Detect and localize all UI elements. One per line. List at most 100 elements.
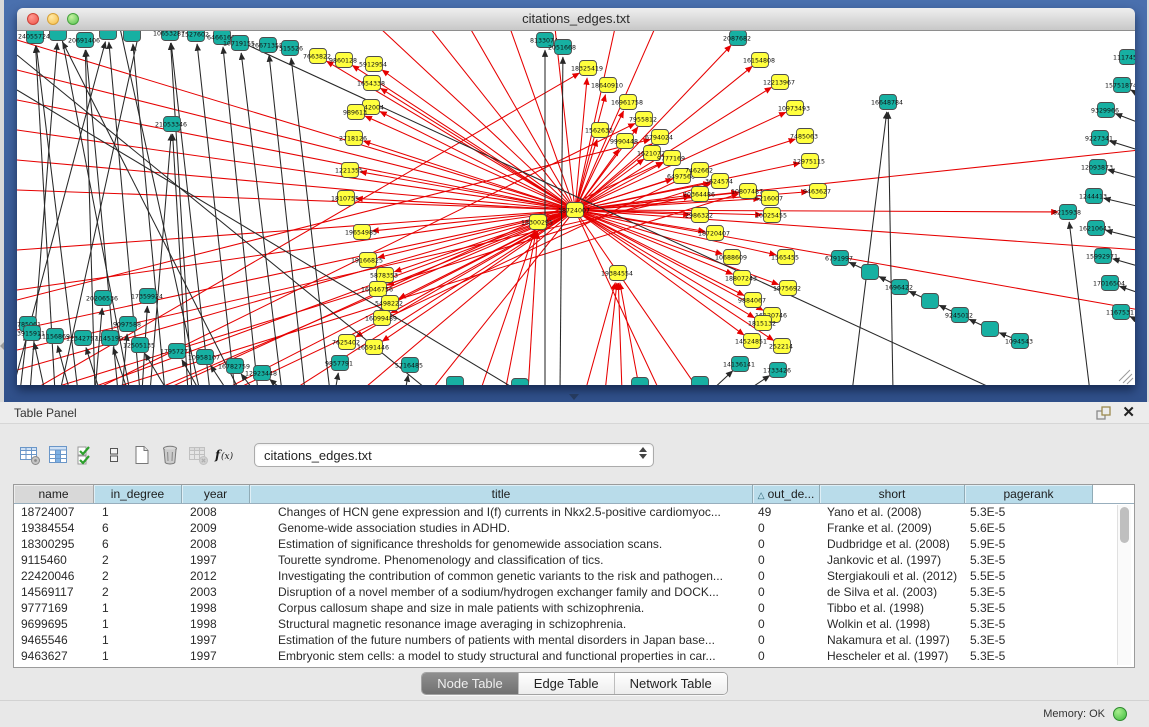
table-cell[interactable]: Tibbo et al. (1998) [820,600,965,616]
graph-edge[interactable] [710,371,733,385]
table-cell[interactable]: 1997 [182,552,250,568]
table-cell[interactable]: 5.3E-5 [965,552,1093,568]
table-cell[interactable]: 1 [94,616,182,632]
table-cell[interactable]: 5.3E-5 [965,600,1093,616]
close-window-button[interactable] [27,13,39,25]
table-cell[interactable]: Estimation of significance thresholds fo… [250,536,753,552]
graph-edge[interactable] [1104,198,1135,208]
column-header-title[interactable]: title [250,485,753,503]
column-header-name[interactable]: name [14,485,94,503]
row-height-icon[interactable] [100,442,128,468]
table-cell[interactable]: 5.9E-5 [965,536,1093,552]
table-cell[interactable]: Structural magnetic resonance image aver… [250,616,753,632]
splitter-handle[interactable] [569,394,579,400]
table-cell[interactable]: 0 [753,520,820,536]
table-cell[interactable]: 2012 [182,568,250,584]
graph-edge[interactable] [585,283,615,385]
graph-edge[interactable] [171,43,192,385]
column-header-pagerank[interactable]: pagerank [965,485,1093,503]
table-cell[interactable]: 0 [753,584,820,600]
table-cell[interactable]: 9463627 [14,648,94,664]
table-settings-icon[interactable] [16,442,44,468]
table-cell[interactable]: 1 [94,504,182,520]
table-cell[interactable]: 6 [94,520,182,536]
graph-edge[interactable] [852,112,887,385]
graph-node[interactable] [512,379,529,386]
graph-edge[interactable] [405,375,408,385]
graph-edge[interactable] [1130,316,1135,324]
table-row[interactable]: 1938455462009Genome-wide association stu… [14,520,1134,536]
table-row[interactable]: 977716911998Corpus callosum shape and si… [14,600,1134,616]
table-cell[interactable]: Genome-wide association studies in ADHD. [250,520,753,536]
table-cell[interactable]: Estimation of the future numbers of pati… [250,632,753,648]
table-cell[interactable]: Investigating the contribution of common… [250,568,753,584]
graph-edge[interactable] [620,283,640,385]
graph-edge[interactable] [197,44,235,385]
table-cell[interactable]: de Silva et al. (2003) [820,584,965,600]
graph-edge[interactable] [888,112,893,385]
float-panel-icon[interactable] [1096,406,1111,426]
show-column-icon[interactable] [44,442,72,468]
table-row[interactable]: 911546021997Tourette syndrome. Phenomeno… [14,552,1134,568]
zoom-window-button[interactable] [67,13,79,25]
table-cell[interactable]: Tourette syndrome. Phenomenology and cla… [250,552,753,568]
graph-edge[interactable] [1110,141,1135,152]
table-row[interactable]: 969969511998Structural magnetic resonanc… [14,616,1134,632]
table-cell[interactable]: 1997 [182,632,250,648]
table-cell[interactable]: Corpus callosum shape and size in male p… [250,600,753,616]
table-row[interactable]: 946362711997Embryonic stem cells: a mode… [14,648,1134,664]
table-cell[interactable]: 1998 [182,616,250,632]
table-cell[interactable]: 0 [753,616,820,632]
window-titlebar[interactable]: citations_edges.txt [17,8,1135,31]
table-cell[interactable]: 0 [753,632,820,648]
delete-table-icon[interactable] [184,442,212,468]
column-header-in-degree[interactable]: in_degree [94,485,182,503]
graph-edge[interactable] [618,283,622,385]
table-cell[interactable]: 2 [94,552,182,568]
table-cell[interactable]: 9699695 [14,616,94,632]
table-cell[interactable]: 14569117 [14,584,94,600]
network-canvas[interactable]: 2405572420691406106532871527602646616010… [17,31,1135,385]
graph-edge[interactable] [365,116,575,210]
table-cell[interactable]: 2008 [182,504,250,520]
table-cell[interactable]: 22420046 [14,568,94,584]
table-cell[interactable]: 49 [753,504,820,520]
graph-edge[interactable] [17,210,575,290]
table-cell[interactable]: 1 [94,632,182,648]
table-cell[interactable]: 5.3E-5 [965,616,1093,632]
table-row[interactable]: 1456911722003Disruption of a novel membe… [14,584,1134,600]
table-cell[interactable]: 1 [94,648,182,664]
table-cell[interactable]: 5.5E-5 [965,568,1093,584]
table-cell[interactable]: 9465546 [14,632,94,648]
graph-edge[interactable] [241,53,282,385]
collapse-panel-icon[interactable] [0,342,4,350]
table-row[interactable]: 946554611997Estimation of the future num… [14,632,1134,648]
graph-edge[interactable] [380,88,575,210]
table-cell[interactable]: Changes of HCN gene expression and I(f) … [250,504,753,520]
new-table-icon[interactable] [128,442,156,468]
table-cell[interactable]: 9777169 [14,600,94,616]
table-cell[interactable]: 5.3E-5 [965,504,1093,520]
table-cell[interactable]: Nakamura et al. (1997) [820,632,965,648]
table-cell[interactable]: 0 [753,648,820,664]
graph-node[interactable] [50,31,67,41]
table-cell[interactable]: 18724007 [14,504,94,520]
graph-edge[interactable] [1131,90,1135,98]
minimize-window-button[interactable] [47,13,59,25]
table-cell[interactable]: 5.3E-5 [965,632,1093,648]
table-cell[interactable]: Dudbridge et al. (2008) [820,536,965,552]
memory-indicator-icon[interactable] [1113,707,1127,721]
close-panel-icon[interactable]: ✕ [1122,403,1135,421]
graph-edge[interactable] [528,232,537,385]
table-cell[interactable]: 6 [94,536,182,552]
table-cell[interactable]: 2008 [182,536,250,552]
graph-edge[interactable] [382,70,575,210]
graph-edge[interactable] [1119,286,1135,295]
table-cell[interactable]: 1 [94,600,182,616]
table-cell[interactable]: 2 [94,584,182,600]
table-cell[interactable]: 2003 [182,584,250,600]
graph-edge[interactable] [1115,114,1135,125]
tab-edge-table[interactable]: Edge Table [519,673,615,694]
table-cell[interactable]: Yano et al. (2008) [820,504,965,520]
table-selector-dropdown[interactable]: citations_edges.txt [254,443,654,467]
